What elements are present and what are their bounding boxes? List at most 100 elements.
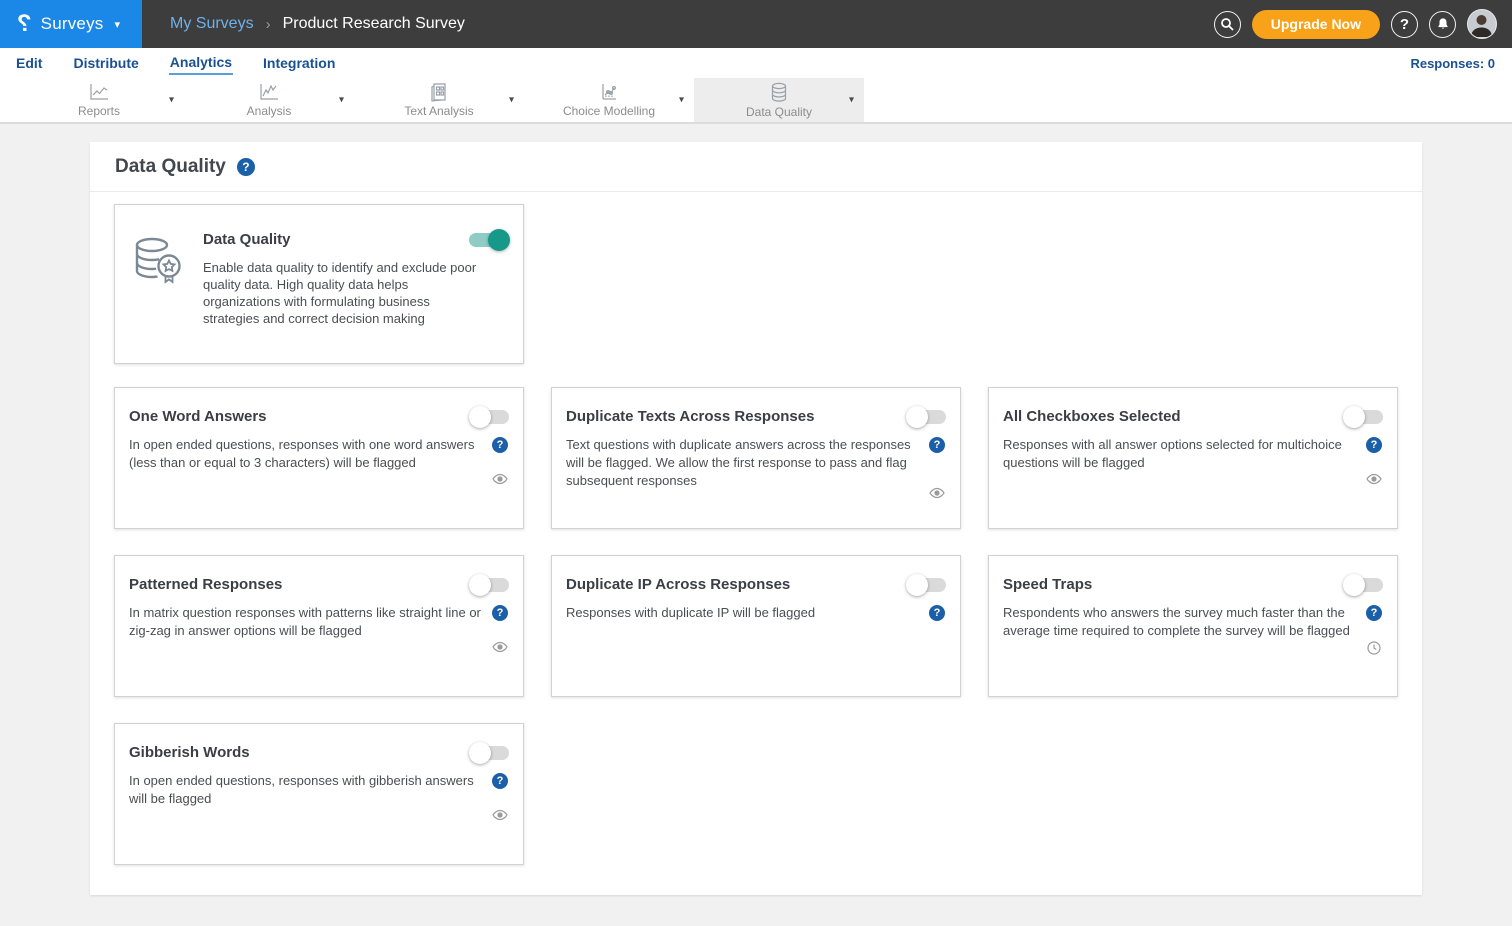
database-icon [768,82,790,103]
tab-integration[interactable]: Integration [262,52,336,74]
toggle-knob [469,406,491,428]
card-description: Responses with all answer options select… [1003,436,1365,485]
card-patterned-responses: Patterned Responses In matrix question r… [114,555,524,697]
toolbar-tab-data-quality[interactable]: Data Quality ▾ [694,78,864,122]
preview-eye-icon[interactable] [492,473,508,485]
help-icon[interactable]: ? [1366,605,1382,621]
master-card-title: Data Quality [203,231,291,248]
breadcrumb-separator-icon: › [266,16,271,33]
search-icon [1220,17,1234,31]
help-icon[interactable]: ? [492,773,508,789]
chevron-down-icon[interactable]: ▾ [849,95,854,106]
help-icon[interactable]: ? [1366,437,1382,453]
patterned-responses-toggle[interactable] [471,578,509,592]
speed-traps-toggle[interactable] [1345,578,1383,592]
card-title: Duplicate Texts Across Responses [566,408,814,425]
preview-eye-icon[interactable] [1366,473,1382,485]
search-button[interactable] [1214,11,1241,38]
card-title: Gibberish Words [129,744,250,761]
toolbar-tab-label: Reports [78,104,120,118]
toolbar-tab-label: Choice Modelling [563,104,655,118]
top-header: ? Surveys ▾ My Surveys › Product Researc… [0,0,1512,48]
card-speed-traps: Speed Traps Respondents who answers the … [988,555,1398,697]
card-title: Patterned Responses [129,576,282,593]
card-all-checkboxes: All Checkboxes Selected Responses with a… [988,387,1398,529]
card-one-word-answers: One Word Answers In open ended questions… [114,387,524,529]
card-description: In matrix question responses with patter… [129,604,491,653]
avatar-image [1468,10,1495,37]
chevron-down-icon[interactable]: ▾ [509,95,514,106]
choice-modelling-icon [598,82,620,102]
clock-icon[interactable] [1367,641,1381,655]
preview-eye-icon[interactable] [492,641,508,653]
card-gibberish-words: Gibberish Words In open ended questions,… [114,723,524,865]
toggle-knob [469,574,491,596]
preview-eye-icon[interactable] [492,809,508,821]
toolbar-tab-choice-modelling[interactable]: Choice Modelling ▾ [524,78,694,122]
card-description: In open ended questions, responses with … [129,436,491,485]
toggle-knob [906,574,928,596]
data-quality-toggle[interactable] [469,233,507,247]
database-quality-badge-icon [129,231,187,363]
card-title: Duplicate IP Across Responses [566,576,790,593]
product-name: Surveys [41,14,104,34]
feature-card-grid: One Word Answers In open ended questions… [114,387,1398,865]
one-word-answers-toggle[interactable] [471,410,509,424]
brand-logo-icon: ? [17,12,32,36]
toggle-knob [469,742,491,764]
section-nav: Edit Distribute Analytics Integration Re… [0,48,1512,78]
toggle-knob [1343,406,1365,428]
breadcrumb: My Surveys › Product Research Survey [170,15,465,33]
card-duplicate-texts: Duplicate Texts Across Responses Text qu… [551,387,961,529]
responses-count: Responses: 0 [1410,56,1512,71]
preview-eye-icon[interactable] [929,487,945,499]
toolbar-tab-label: Analysis [247,104,292,118]
card-title: All Checkboxes Selected [1003,408,1181,425]
help-icon[interactable]: ? [492,605,508,621]
data-quality-panel: Data Quality ? Data Quality [90,142,1422,895]
user-avatar[interactable] [1467,9,1497,39]
duplicate-ip-toggle[interactable] [908,578,946,592]
toolbar-tab-label: Text Analysis [404,104,473,118]
toggle-knob [906,406,928,428]
page-help-icon[interactable]: ? [237,158,255,176]
help-icon[interactable]: ? [929,605,945,621]
card-description: In open ended questions, responses with … [129,772,491,821]
tab-analytics[interactable]: Analytics [169,51,233,75]
toolbar-tab-label: Data Quality [746,105,812,119]
toolbar-tab-analysis[interactable]: Analysis ▾ [184,78,354,122]
card-title: Speed Traps [1003,576,1092,593]
data-quality-master-card: Data Quality Enable data quality to iden… [114,204,524,364]
header-actions: Upgrade Now ? [1214,9,1512,39]
breadcrumb-current-survey: Product Research Survey [283,15,465,33]
panel-body: Data Quality Enable data quality to iden… [90,192,1422,895]
upgrade-now-button[interactable]: Upgrade Now [1252,10,1380,39]
toolbar-tab-text-analysis[interactable]: Text Analysis ▾ [354,78,524,122]
tab-edit[interactable]: Edit [15,52,43,74]
product-switcher[interactable]: ? Surveys ▾ [0,0,142,48]
help-icon[interactable]: ? [929,437,945,453]
notifications-button[interactable] [1429,11,1456,38]
bell-icon [1436,17,1450,31]
tab-distribute[interactable]: Distribute [72,52,139,74]
help-icon[interactable]: ? [492,437,508,453]
master-card-description: Enable data quality to identify and excl… [203,259,483,328]
toggle-knob [1343,574,1365,596]
page-title: Data Quality [115,156,226,178]
analysis-chart-icon [258,82,280,102]
chevron-down-icon[interactable]: ▾ [339,95,344,106]
panel-header: Data Quality ? [90,142,1422,192]
all-checkboxes-toggle[interactable] [1345,410,1383,424]
card-duplicate-ip: Duplicate IP Across Responses Responses … [551,555,961,697]
chevron-down-icon[interactable]: ▾ [679,95,684,106]
text-analysis-icon [429,82,449,102]
chevron-down-icon: ▾ [114,18,120,31]
card-description: Respondents who answers the survey much … [1003,604,1365,655]
toolbar-tab-reports[interactable]: Reports ▾ [14,78,184,122]
chevron-down-icon[interactable]: ▾ [169,95,174,106]
breadcrumb-my-surveys[interactable]: My Surveys [170,15,254,33]
duplicate-texts-toggle[interactable] [908,410,946,424]
help-button[interactable]: ? [1391,11,1418,38]
analytics-toolbar: Reports ▾ Analysis ▾ Text Analysis ▾ Cho… [0,78,1512,124]
gibberish-words-toggle[interactable] [471,746,509,760]
